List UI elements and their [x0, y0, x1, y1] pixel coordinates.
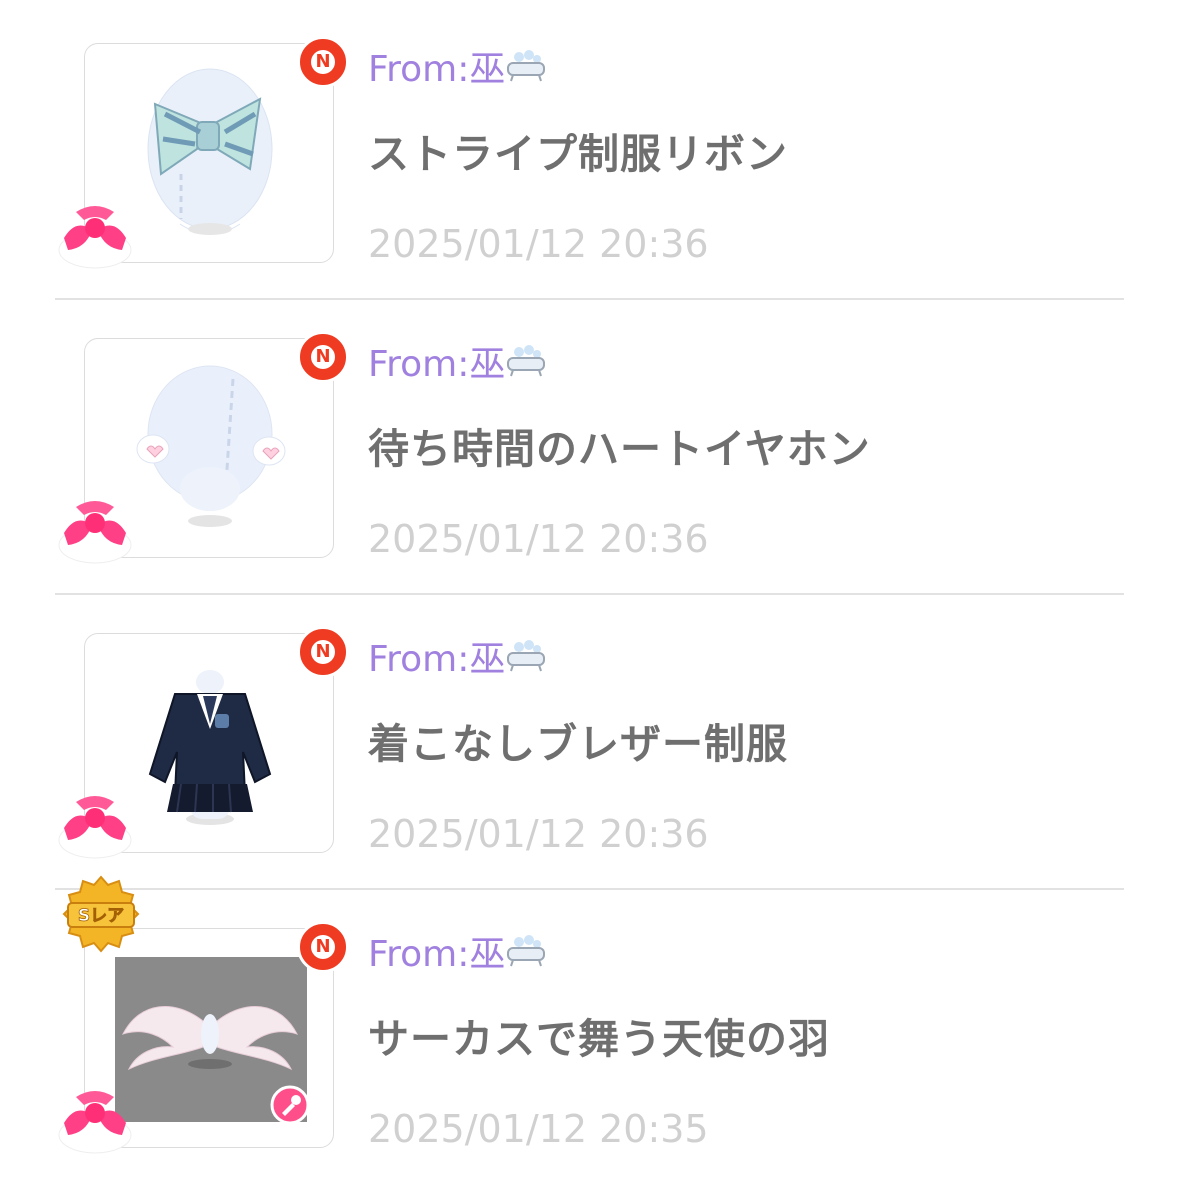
dropper-edit-icon[interactable]: [270, 1085, 310, 1125]
timestamp: 2025/01/12 20:36: [368, 812, 709, 856]
ribbon-bow-icon: [58, 796, 132, 859]
sender-label: From:巫: [368, 335, 547, 387]
item-title: サーカスで舞う天使の羽: [368, 1015, 830, 1063]
item-title: 待ち時間のハートイヤホン: [368, 425, 871, 473]
list-item[interactable]: N From:巫 待ち時間のハートイヤホン 2025/01/12 20:36: [0, 295, 1178, 590]
sender-label: From:巫: [368, 40, 547, 92]
bathtub-icon: [507, 345, 546, 377]
timestamp: 2025/01/12 20:36: [368, 517, 709, 561]
item-title: 着こなしブレザー制服: [368, 720, 788, 768]
s-rare-badge-icon: Sレア: [62, 875, 140, 953]
list-item[interactable]: Sレア N From:巫 サーカスで舞う天使の羽 2025/01/12 20:3…: [0, 875, 1178, 1180]
new-badge: N: [297, 36, 349, 88]
new-badge: N: [297, 331, 349, 383]
rarity-label: Sレア: [78, 906, 124, 926]
ribbon-bow-icon: [58, 206, 132, 269]
bathtub-icon: [507, 640, 546, 672]
ribbon-bow-icon: [58, 1091, 132, 1154]
timestamp: 2025/01/12 20:36: [368, 222, 709, 266]
sender-label: From:巫: [368, 925, 547, 977]
list-item[interactable]: N From:巫 ストライプ制服リボン 2025/01/12 20:36: [0, 0, 1178, 295]
bathtub-icon: [507, 935, 546, 967]
list-item[interactable]: N From:巫 着こなしブレザー制服 2025/01/12 20:36: [0, 590, 1178, 885]
timestamp: 2025/01/12 20:35: [368, 1107, 709, 1151]
new-badge: N: [297, 921, 349, 973]
sender-label: From:巫: [368, 630, 547, 682]
gift-list: N From:巫 ストライプ制服リボン 2025/01/12 20:36 N F…: [0, 0, 1178, 1179]
bathtub-icon: [507, 50, 546, 82]
item-title: ストライプ制服リボン: [368, 130, 788, 178]
new-badge: N: [297, 626, 349, 678]
ribbon-bow-icon: [58, 501, 132, 564]
